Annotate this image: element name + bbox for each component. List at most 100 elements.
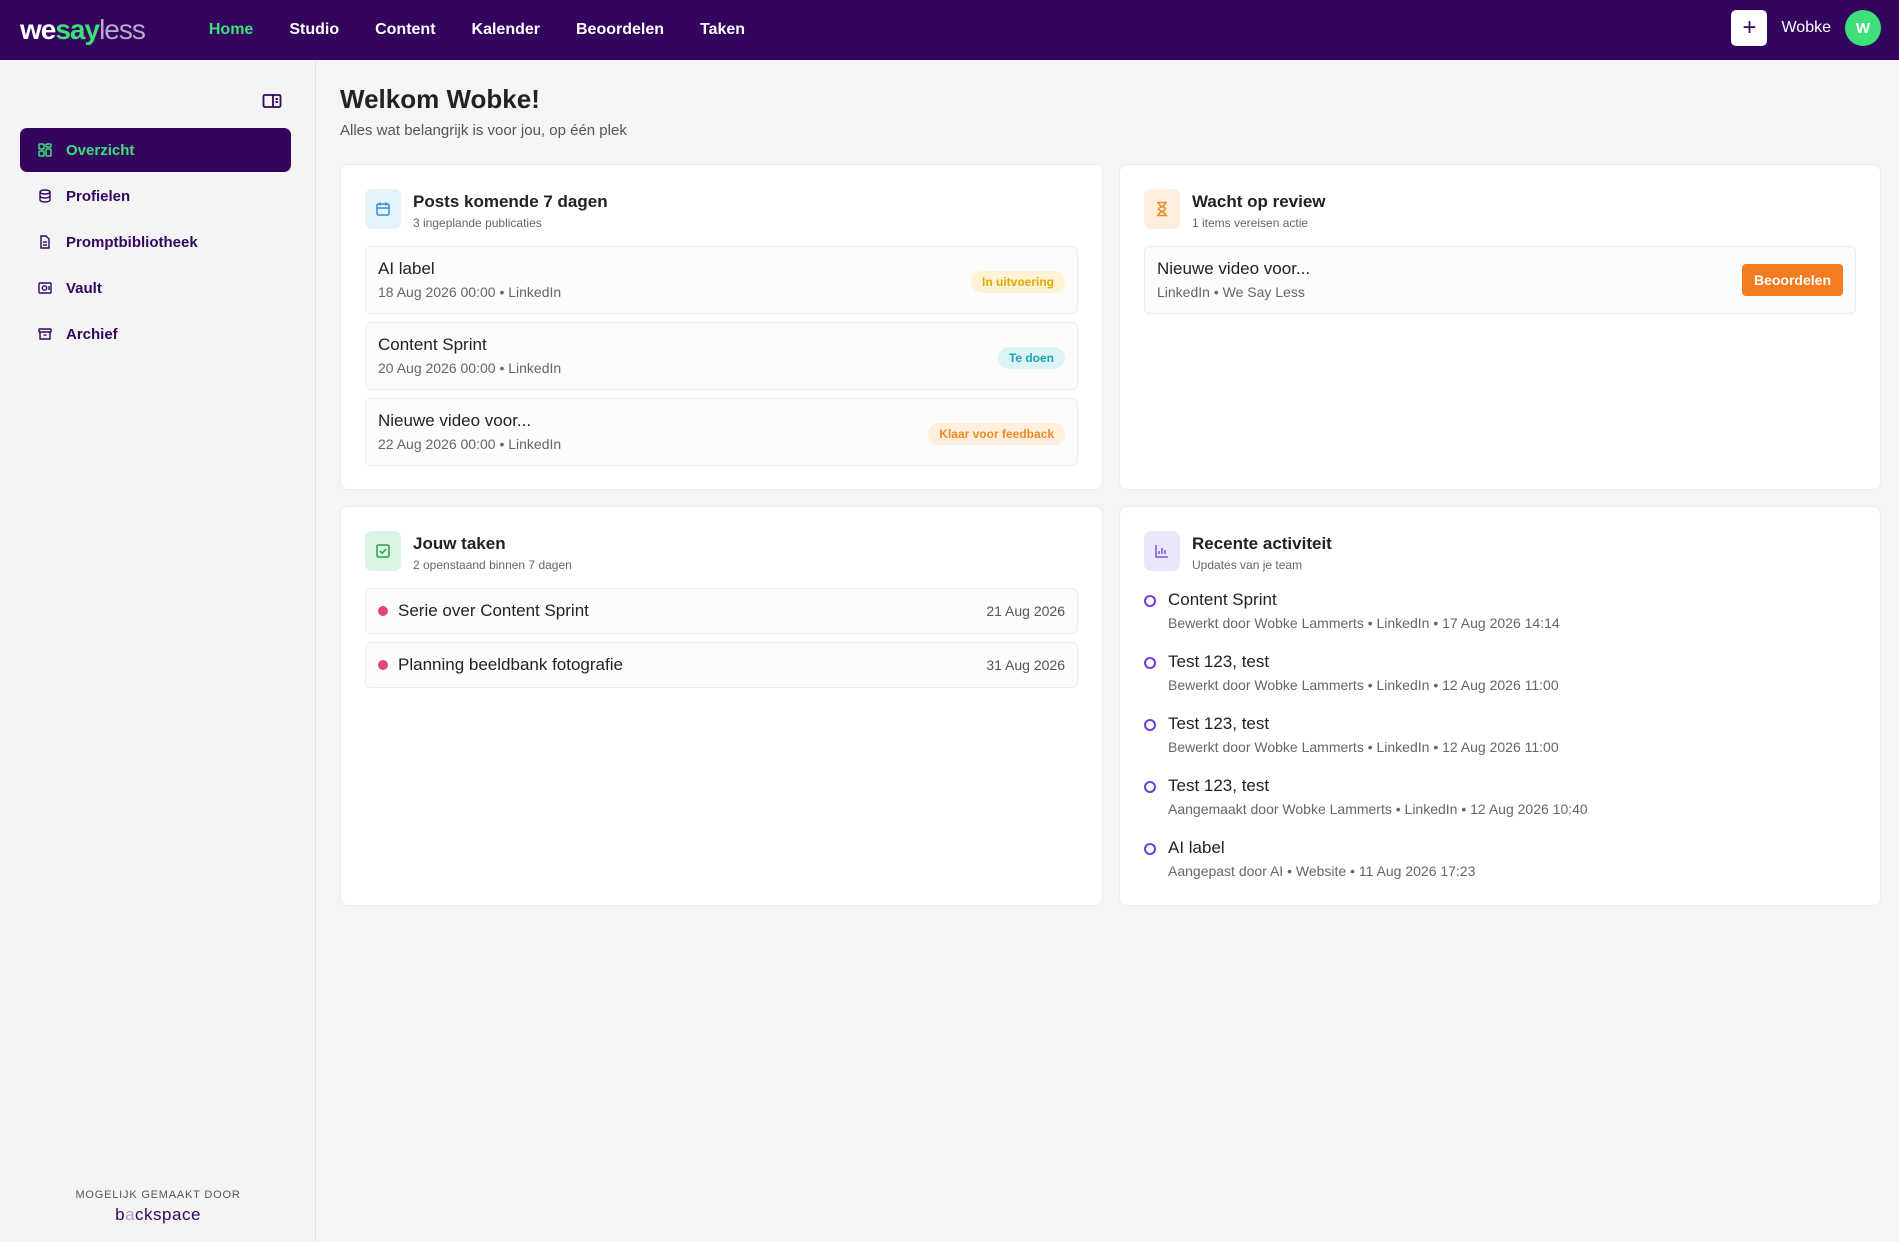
card-header: Jouw taken 2 openstaand binnen 7 dagen [365, 531, 572, 572]
status-badge: Klaar voor feedback [928, 423, 1065, 445]
activity-item[interactable]: Test 123, test Bewerkt door Wobke Lammer… [1144, 714, 1856, 762]
task-title: Serie over Content Sprint [398, 601, 589, 620]
nav-content[interactable]: Content [357, 21, 453, 39]
card-subtitle: 3 ingeplande publicaties [413, 216, 542, 230]
activity-title: Test 123, test [1168, 776, 1270, 795]
activity-item[interactable]: Test 123, test Aangemaakt door Wobke Lam… [1144, 776, 1856, 824]
nav-home[interactable]: Home [191, 21, 271, 39]
post-meta: 22 Aug 2026 00:00 • LinkedIn [378, 436, 562, 452]
tasks-card: Jouw taken 2 openstaand binnen 7 dagen S… [340, 506, 1103, 906]
page-title: Welkom Wobke! [340, 84, 540, 114]
database-icon [39, 189, 51, 203]
timeline-dot [1144, 843, 1156, 855]
priority-dot [378, 660, 388, 670]
beoordelen-button[interactable]: Beoordelen [1741, 264, 1843, 296]
bar-chart-icon [1144, 531, 1180, 571]
nav-studio[interactable]: Studio [271, 21, 357, 39]
nav-taken[interactable]: Taken [682, 21, 763, 39]
activity-item[interactable]: Test 123, test Bewerkt door Wobke Lammer… [1144, 652, 1856, 700]
activity-meta: Aangemaakt door Wobke Lammerts • LinkedI… [1168, 801, 1588, 817]
sidebar-item-label: Vault [66, 279, 102, 297]
card-header: Posts komende 7 dagen 3 ingeplande publi… [365, 189, 608, 230]
post-meta: 18 Aug 2026 00:00 • LinkedIn [378, 284, 562, 300]
post-row[interactable]: Nieuwe video voor... 22 Aug 2026 00:00 •… [365, 398, 1078, 466]
review-meta: LinkedIn • We Say Less [1157, 284, 1305, 300]
activity-item[interactable]: Content Sprint Bewerkt door Wobke Lammer… [1144, 590, 1856, 638]
activity-item[interactable]: AI label Aangepast door AI • Website • 1… [1144, 838, 1856, 886]
page-subtitle: Alles wat belangrijk is voor jou, op één… [340, 122, 627, 139]
card-subtitle: 2 openstaand binnen 7 dagen [413, 558, 572, 572]
priority-dot [378, 606, 388, 616]
activity-title: Test 123, test [1168, 652, 1270, 671]
activity-meta: Aangepast door AI • Website • 11 Aug 202… [1168, 863, 1476, 879]
main-content: Welkom Wobke! Alles wat belangrijk is vo… [340, 84, 1880, 139]
post-row[interactable]: Content Sprint 20 Aug 2026 00:00 • Linke… [365, 322, 1078, 390]
activity-title: Content Sprint [1168, 590, 1277, 609]
task-row[interactable]: Serie over Content Sprint 21 Aug 2026 [365, 588, 1078, 634]
sidebar-item-vault[interactable]: Vault [20, 266, 291, 310]
sidebar-item-label: Promptbibliotheek [66, 233, 198, 251]
user-area: + Wobke W [1731, 10, 1881, 46]
status-badge: In uitvoering [971, 271, 1065, 293]
made-by-text: MOGELIJK GEMAAKT DOOR [75, 1189, 241, 1201]
main-nav: Home Studio Content Kalender Beoordelen … [191, 21, 763, 39]
nav-kalender[interactable]: Kalender [454, 21, 558, 39]
backspace-logo-b: b [115, 1205, 126, 1224]
logo-say: say [55, 14, 100, 45]
post-meta: 20 Aug 2026 00:00 • LinkedIn [378, 360, 562, 376]
activity-title: AI label [1168, 838, 1225, 857]
card-title: Jouw taken [413, 534, 506, 553]
calendar-icon [365, 189, 401, 229]
sidebar-item-archief[interactable]: Archief [20, 312, 291, 356]
card-subtitle: 1 items vereisen actie [1192, 216, 1309, 230]
sidebar-item-promptbibliotheek[interactable]: Promptbibliotheek [20, 220, 291, 264]
dashboard-icon [38, 143, 52, 157]
card-subtitle: Updates van je team [1192, 558, 1303, 572]
backspace-logo[interactable]: backspace [0, 1205, 316, 1225]
post-title: Content Sprint [378, 335, 487, 354]
create-button[interactable]: + [1731, 10, 1768, 46]
sidebar-footer: MOGELIJK GEMAAKT DOOR backspace [0, 1189, 316, 1225]
card-title: Wacht op review [1192, 192, 1326, 211]
backspace-logo-a: a [125, 1205, 136, 1224]
task-date: 31 Aug 2026 [986, 657, 1065, 673]
card-header: Wacht op review 1 items vereisen actie [1144, 189, 1326, 230]
timeline-dot [1144, 657, 1156, 669]
top-bar: we say less Home Studio Content Kalender B… [0, 0, 1899, 60]
task-date: 21 Aug 2026 [986, 603, 1065, 619]
hourglass-icon [1144, 189, 1180, 229]
sidebar-item-profielen[interactable]: Profielen [20, 174, 291, 218]
logo[interactable]: we say less [20, 14, 146, 46]
checkbox-icon [365, 531, 401, 571]
sidebar-item-label: Archief [66, 325, 118, 343]
sidebar-item-overzicht[interactable]: Overzicht [20, 128, 291, 172]
post-title: AI label [378, 259, 435, 278]
logo-we: we [20, 14, 56, 45]
status-badge: Te doen [997, 347, 1065, 369]
sidebar-item-label: Profielen [66, 187, 131, 205]
post-row[interactable]: AI label 18 Aug 2026 00:00 • LinkedIn In… [365, 246, 1078, 314]
logo-less: less [99, 14, 146, 45]
task-row[interactable]: Planning beeldbank fotografie 31 Aug 202… [365, 642, 1078, 688]
timeline-dot [1144, 719, 1156, 731]
nav-beoordelen[interactable]: Beoordelen [558, 21, 682, 39]
activity-meta: Bewerkt door Wobke Lammerts • LinkedIn •… [1168, 615, 1560, 631]
user-name[interactable]: Wobke [1781, 19, 1831, 37]
timeline-dot [1144, 595, 1156, 607]
activity-card: Recente activiteit Updates van je team C… [1119, 506, 1881, 906]
review-title: Nieuwe video voor... [1157, 259, 1311, 278]
review-row[interactable]: Nieuwe video voor... LinkedIn • We Say L… [1144, 246, 1856, 314]
sidebar-item-label: Overzicht [66, 141, 135, 159]
sidebar-collapse-icon[interactable] [262, 93, 282, 109]
safe-icon [38, 282, 52, 294]
posts-card: Posts komende 7 dagen 3 ingeplande publi… [340, 164, 1103, 490]
archive-icon [38, 328, 52, 340]
timeline-dot [1144, 781, 1156, 793]
card-header: Recente activiteit Updates van je team [1144, 531, 1332, 572]
sidebar-nav: Overzicht Profielen Promptbibliotheek Va… [20, 128, 291, 358]
card-title: Recente activiteit [1192, 534, 1332, 553]
avatar[interactable]: W [1845, 10, 1881, 46]
post-title: Nieuwe video voor... [378, 411, 532, 430]
review-card: Wacht op review 1 items vereisen actie N… [1119, 164, 1881, 490]
task-title: Planning beeldbank fotografie [398, 655, 623, 674]
